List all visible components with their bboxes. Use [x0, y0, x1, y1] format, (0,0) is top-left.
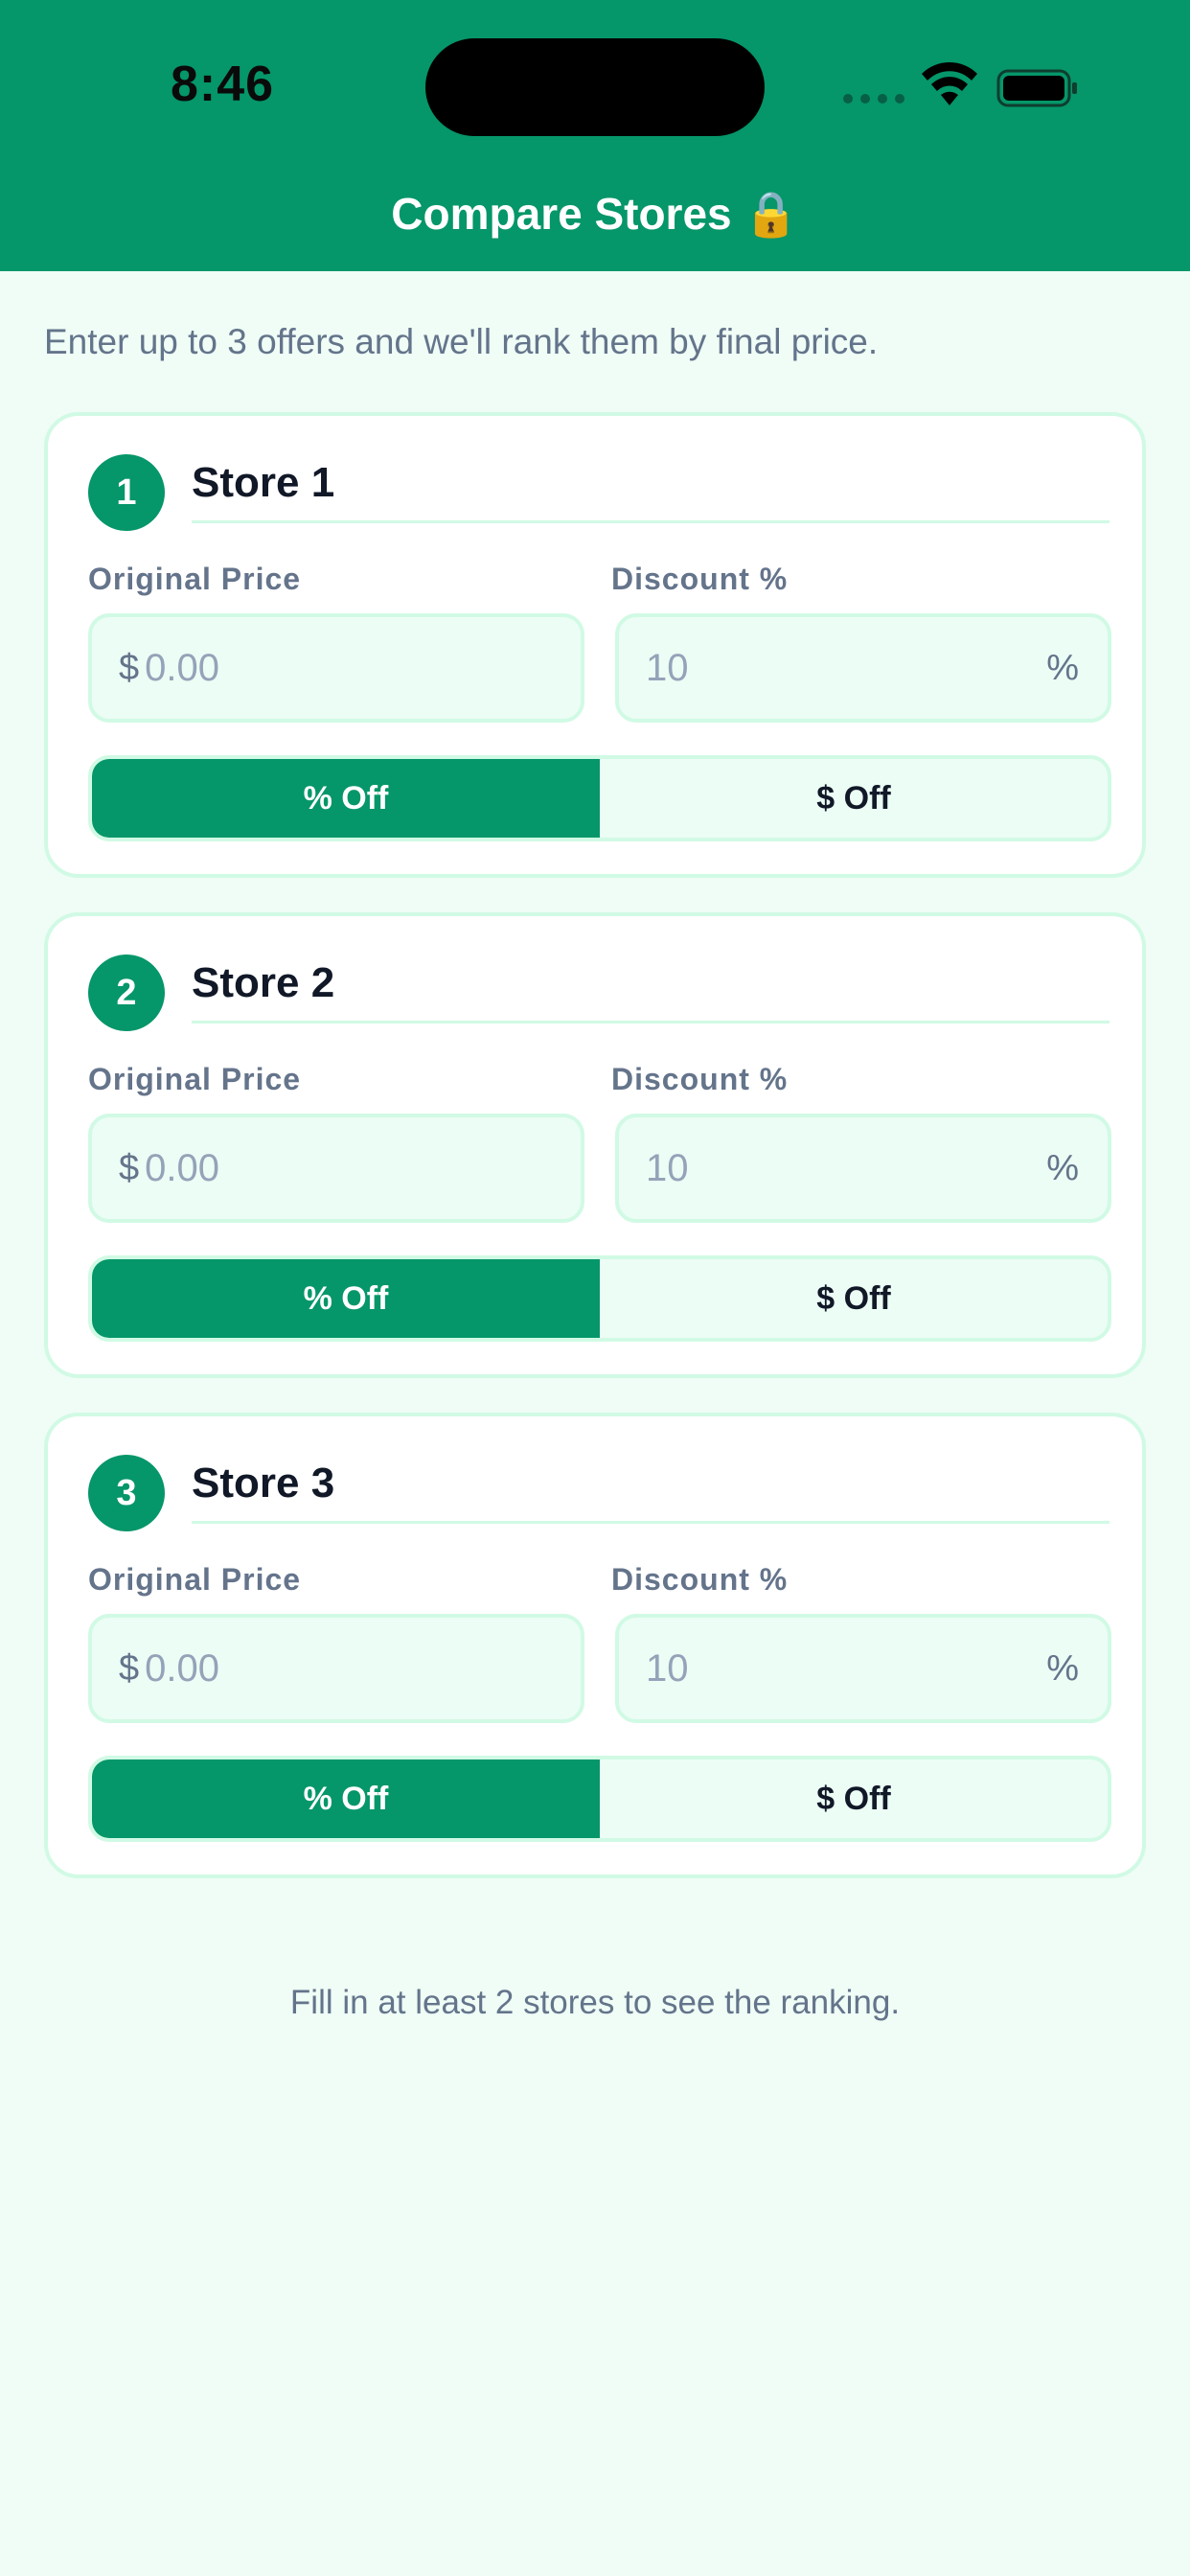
store-number-badge: 1 [88, 454, 165, 531]
store-card-3: 3 Store 3 Original Price Discount % $ 0.… [44, 1413, 1146, 1878]
store-name-input[interactable]: Store 1 [192, 454, 1110, 523]
discount-input[interactable]: 10 % [615, 613, 1111, 723]
discount-placeholder: 10 [646, 1646, 689, 1690]
store-number-badge: 3 [88, 1455, 165, 1531]
discount-label: Discount % [611, 562, 789, 596]
discount-label: Discount % [611, 1062, 789, 1096]
price-placeholder: 0.00 [145, 1146, 219, 1189]
battery-icon [996, 69, 1077, 107]
dollar-prefix: $ [119, 1647, 140, 1689]
percent-off-option[interactable]: % Off [92, 759, 600, 838]
dollar-prefix: $ [119, 647, 140, 688]
page-title: Compare Stores 🔒 [391, 189, 799, 239]
original-price-input[interactable]: $ 0.00 [88, 1114, 584, 1223]
price-placeholder: 0.00 [145, 1646, 219, 1690]
store-name-input[interactable]: Store 2 [192, 954, 1110, 1024]
original-price-label: Original Price [88, 1562, 302, 1597]
status-time: 8:46 [171, 57, 275, 112]
discount-type-toggle: % Off $ Off [88, 1255, 1111, 1342]
percent-suffix: % [1046, 1147, 1079, 1188]
percent-suffix: % [1046, 647, 1079, 688]
price-placeholder: 0.00 [145, 646, 219, 689]
cellular-signal-icon [843, 94, 904, 104]
discount-label: Discount % [611, 1562, 789, 1597]
store-card-2: 2 Store 2 Original Price Discount % $ 0.… [44, 912, 1146, 1378]
dollar-prefix: $ [119, 1147, 140, 1188]
percent-off-option[interactable]: % Off [92, 1259, 600, 1338]
wifi-icon [922, 61, 977, 105]
percent-suffix: % [1046, 1647, 1079, 1689]
discount-placeholder: 10 [646, 1146, 689, 1189]
ranking-hint: Fill in at least 2 stores to see the ran… [289, 1984, 901, 2021]
store-name-input[interactable]: Store 3 [192, 1455, 1110, 1524]
dollar-off-option[interactable]: $ Off [600, 759, 1108, 838]
app-header: 8:46 Compare Stores 🔒 [0, 0, 1190, 271]
original-price-label: Original Price [88, 1062, 302, 1096]
dollar-off-option[interactable]: $ Off [600, 1760, 1108, 1838]
discount-type-toggle: % Off $ Off [88, 755, 1111, 841]
original-price-label: Original Price [88, 562, 302, 596]
discount-input[interactable]: 10 % [615, 1114, 1111, 1223]
dollar-off-option[interactable]: $ Off [600, 1259, 1108, 1338]
discount-placeholder: 10 [646, 646, 689, 689]
percent-off-option[interactable]: % Off [92, 1760, 600, 1838]
discount-input[interactable]: 10 % [615, 1614, 1111, 1723]
original-price-input[interactable]: $ 0.00 [88, 1614, 584, 1723]
intro-text: Enter up to 3 offers and we'll rank them… [44, 322, 879, 361]
original-price-input[interactable]: $ 0.00 [88, 613, 584, 723]
store-card-1: 1 Store 1 Original Price Discount % $ 0.… [44, 412, 1146, 878]
store-number-badge: 2 [88, 954, 165, 1031]
dynamic-island [425, 38, 765, 136]
discount-type-toggle: % Off $ Off [88, 1756, 1111, 1842]
